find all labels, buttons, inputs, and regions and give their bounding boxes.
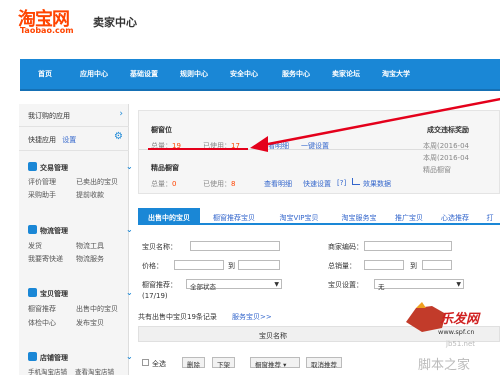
record-summary: 共有出售中宝贝19条记录 [138, 313, 217, 321]
tab-vip-items[interactable]: 淘宝VIP宝贝 [268, 208, 330, 225]
sidebar-link[interactable]: 出售中的宝贝 [76, 304, 118, 314]
section-trade[interactable]: 交易管理 ⌄ [28, 162, 133, 173]
watermark-url2: jb51.net [446, 340, 476, 348]
price-to-label: 到 [228, 262, 235, 270]
taobao-logo-sub: Taobao.com [20, 26, 74, 35]
sidebar-link[interactable]: 体检中心 [28, 318, 56, 328]
price-max-input[interactable] [238, 260, 280, 270]
code-label: 商家编码： [328, 243, 363, 251]
showcase-title: 橱窗位 [151, 126, 172, 134]
showcase-count: (17/19) [142, 292, 168, 300]
tab-promo-items[interactable]: 推广宝贝 [388, 208, 430, 225]
nav-app-center[interactable]: 应用中心 [80, 69, 108, 79]
chevron-down-icon: ▼ [274, 281, 279, 288]
item-tabs: 出售中的宝贝 橱窗推荐宝贝 淘宝VIP宝贝 淘宝服务宝 推广宝贝 心选推荐 打 [138, 208, 500, 225]
sidebar-link[interactable]: 橱窗推荐 [28, 304, 56, 314]
main-nav: 首页 应用中心 基础设置 规则中心 安全中心 服务中心 卖家论坛 淘宝大学 [20, 59, 500, 91]
trade-icon [28, 162, 37, 171]
tab-showcase-items[interactable]: 橱窗推荐宝贝 [204, 208, 264, 225]
sidebar-link[interactable]: 已卖出的宝贝 [76, 177, 118, 187]
nav-service-center[interactable]: 服务中心 [282, 69, 310, 79]
item-name-input[interactable] [190, 241, 280, 251]
tab-service-items[interactable]: 淘宝服务宝 [334, 208, 384, 225]
recommend-button[interactable]: 橱窗推荐 ▾ [250, 357, 300, 369]
section-logistics[interactable]: 物流管理 ⌄ [28, 225, 133, 236]
sales-max-input[interactable] [422, 260, 452, 270]
help-icon[interactable]: [?] [337, 179, 346, 187]
watermark-url: www.spf.cn [438, 328, 475, 336]
fine-showcase-title: 精品橱窗 [151, 164, 179, 172]
price-label: 价格： [142, 262, 163, 270]
effect-data-link[interactable]: 效果数据 [363, 179, 391, 189]
nav-seller-forum[interactable]: 卖家论坛 [332, 69, 360, 79]
annotation-arrow [250, 97, 500, 152]
my-apps-row[interactable]: 我订购的应用 › [19, 104, 129, 127]
setting-label: 宝贝设置： [328, 281, 363, 289]
trade-reward-line: 精品橱窗 [423, 166, 451, 174]
quick-apps-label: 快捷应用 [28, 136, 56, 144]
name-label: 宝贝名称： [142, 243, 177, 251]
left-sidebar: 我订购的应用 › 快捷应用 设置 ⚙ 交易管理 ⌄ 评价管理 已卖出的宝贝 采购助… [19, 104, 133, 376]
col-item-name: 宝贝名称 [259, 332, 287, 340]
delist-button[interactable]: 下架 [212, 357, 235, 369]
sidebar-link[interactable]: 我要寄快递 [28, 254, 63, 264]
quick-apps-settings-link[interactable]: 设置 [62, 136, 76, 144]
fine-showcase-total: 总量：0 [151, 180, 177, 188]
gear-icon[interactable]: ⚙ [114, 131, 123, 142]
quick-apps-row: 快捷应用 设置 ⚙ [19, 128, 129, 151]
select-all-checkbox[interactable] [142, 359, 149, 366]
watermark-brand: 乐发网 [440, 312, 480, 327]
sidebar-link[interactable]: 物流服务 [76, 254, 104, 264]
watermark-site: 脚本之家 [418, 358, 471, 373]
select-all-label: 全选 [152, 360, 166, 368]
my-apps-label: 我订购的应用 [28, 112, 70, 120]
logistics-icon [28, 225, 37, 234]
chevron-down-icon: ▼ [456, 281, 461, 288]
sidebar-link[interactable]: 评价管理 [28, 177, 56, 187]
price-min-input[interactable] [174, 260, 224, 270]
delete-button[interactable]: 删除 [182, 357, 205, 369]
merchant-code-input[interactable] [364, 241, 452, 251]
section-shop[interactable]: 店铺管理 ⌄ [28, 352, 133, 363]
sidebar-link[interactable]: 物流工具 [76, 241, 104, 251]
chevron-down-icon: ⌄ [126, 352, 133, 361]
tab-on-sale[interactable]: 出售中的宝贝 [138, 208, 200, 225]
annotation-underline [148, 148, 248, 150]
tab-recommend[interactable]: 心选推荐 [434, 208, 476, 225]
shop-icon [28, 352, 37, 361]
cancel-recommend-button[interactable]: 取消推荐 [306, 357, 342, 369]
site-header: 淘宝网 Taobao.com 卖家中心 [0, 0, 500, 57]
recommend-label: 橱窗推荐： [142, 281, 177, 289]
fine-showcase-used: 已使用：8 [203, 180, 236, 188]
nav-rule-center[interactable]: 规则中心 [180, 69, 208, 79]
nav-security-center[interactable]: 安全中心 [230, 69, 258, 79]
chevron-down-icon: ⌄ [126, 162, 133, 171]
recommend-status-select[interactable]: 全部状态 ▼ [186, 279, 282, 291]
chevron-down-icon: ⌄ [126, 225, 133, 234]
sidebar-link[interactable]: 采购助手 [28, 190, 56, 200]
seller-center-title: 卖家中心 [93, 16, 137, 29]
chevron-down-icon: ⌄ [126, 288, 133, 297]
sidebar-link[interactable]: 提前收款 [76, 190, 104, 200]
nav-home[interactable]: 首页 [38, 69, 52, 79]
fine-view-detail-link[interactable]: 查看明细 [264, 179, 292, 189]
sidebar-link[interactable]: 发布宝贝 [76, 318, 104, 328]
sales-label: 总销量： [328, 262, 356, 270]
quick-setup-link[interactable]: 快速设置 [303, 179, 331, 189]
sales-min-input[interactable] [364, 260, 404, 270]
chevron-right-icon: › [119, 109, 123, 119]
item-setting-select[interactable]: 无 ▼ [374, 279, 464, 291]
nav-basic-settings[interactable]: 基础设置 [130, 69, 158, 79]
chart-icon [352, 178, 360, 185]
service-items-link[interactable]: 服务宝贝>> [232, 312, 272, 322]
nav-taobao-university[interactable]: 淘宝大学 [382, 69, 410, 79]
chevron-down-icon: ▾ [283, 361, 287, 369]
sidebar-link[interactable]: 发货 [28, 241, 42, 251]
watermark: 乐发网 www.spf.cn 脚本之家 jb51.net [406, 302, 500, 375]
items-icon [28, 288, 37, 297]
section-items[interactable]: 宝贝管理 ⌄ [28, 288, 133, 299]
tab-more[interactable]: 打 [480, 208, 500, 225]
sales-to-label: 到 [410, 262, 417, 270]
